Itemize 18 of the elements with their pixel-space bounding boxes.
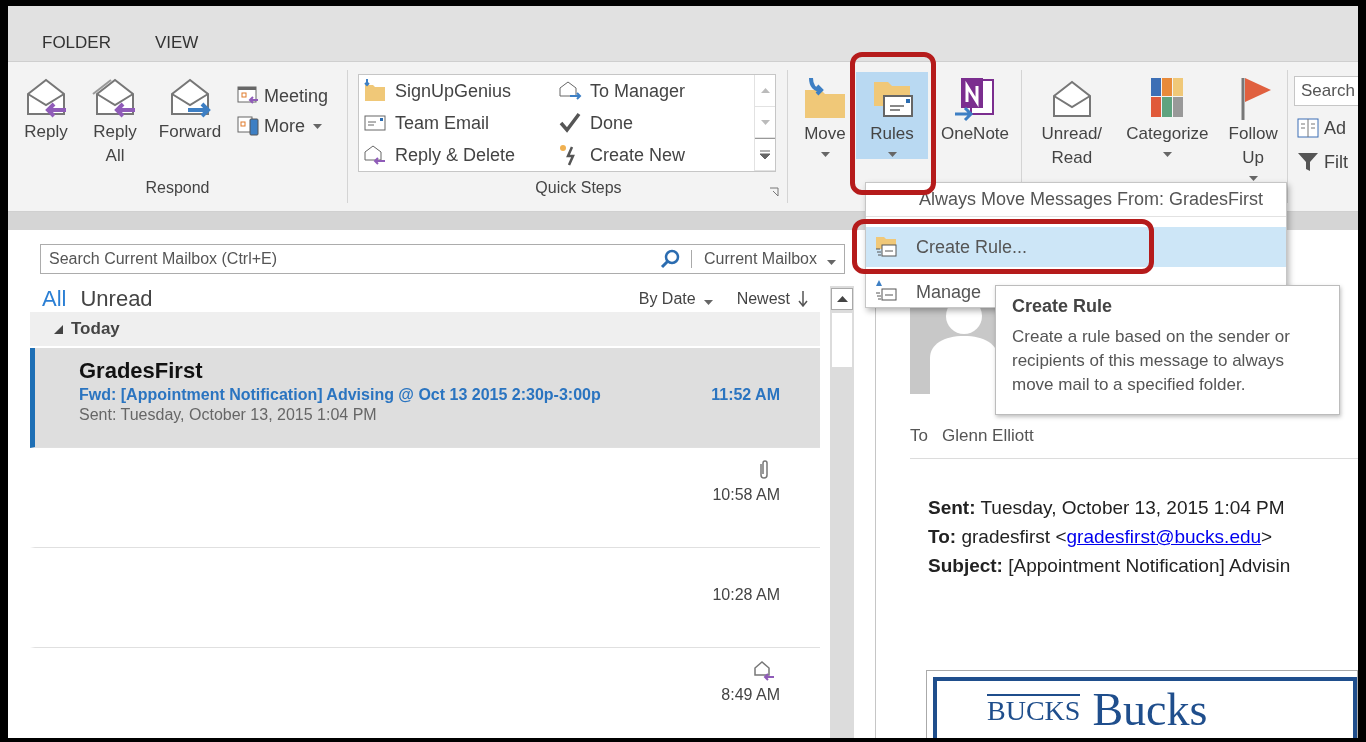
header-line: Subject: [Appointment Notification] Advisin xyxy=(928,554,1292,578)
group-label: Quick Steps xyxy=(534,178,623,198)
header-line: To: gradesfirst <gradesfirst@bucks.edu> xyxy=(928,525,1274,549)
header-line: Sent: Tuesday, October 13, 2015 1:04 PM xyxy=(928,496,1286,520)
message-time: 11:52 AM xyxy=(711,386,780,404)
message-preview: Sent: Tuesday, October 13, 2015 1:04 PM xyxy=(79,406,378,424)
message-time: 10:28 AM xyxy=(712,586,780,604)
to-label: To xyxy=(910,426,928,446)
tooltip-text: Create a rule based on the sender or recipients of this message to always move mail to a specified folder. xyxy=(1012,326,1291,396)
message-time: 8:49 AM xyxy=(721,686,780,704)
logo-text: Bucks xyxy=(1092,684,1208,735)
logo-text: BUCKS xyxy=(987,693,1081,726)
sender-name: GradesFirst xyxy=(79,358,204,384)
group-label: Respond xyxy=(144,178,211,198)
message-subject: Fwd: [Appointment Notification] Advising @ Oct 13 2015 2:30p-3:00p xyxy=(79,386,601,404)
tooltip-title: Create Rule xyxy=(1012,296,1114,317)
message-time: 10:58 AM xyxy=(712,486,780,504)
recipient-name: Glenn Elliott xyxy=(941,426,1034,446)
